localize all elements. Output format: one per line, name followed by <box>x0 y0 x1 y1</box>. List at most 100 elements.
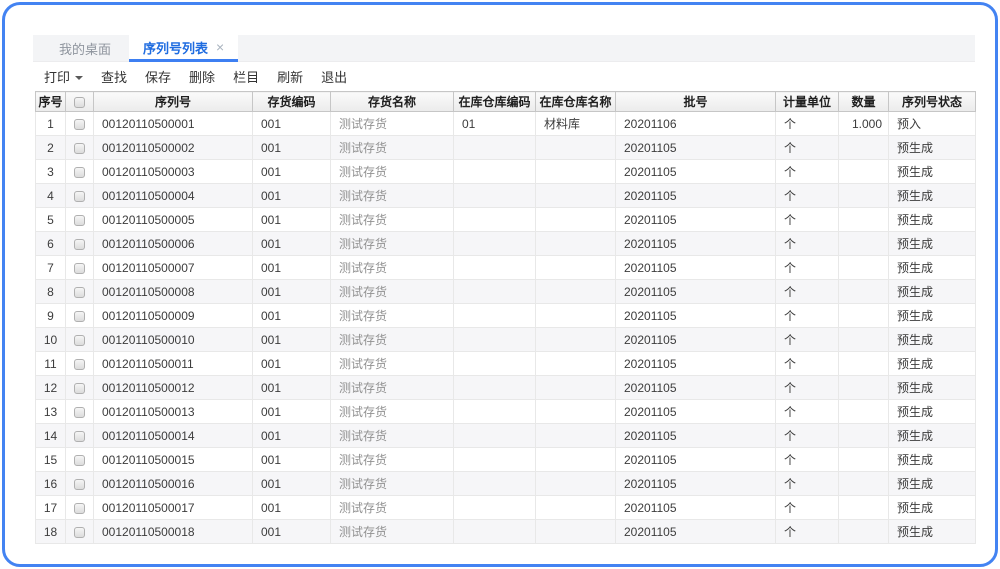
select-all-header[interactable] <box>65 91 94 112</box>
row-checkbox[interactable] <box>74 286 85 298</box>
row-checkbox[interactable] <box>74 478 85 490</box>
table-body: 1 00120110500001 001 测试存货 01 材料库 20201106 个 1.00… <box>35 111 976 544</box>
column-header-wh_code[interactable]: 在库仓库编码 <box>453 91 536 112</box>
table-row[interactable]: 11 00120110500011 001 测试存货 20201105 个 预生成 <box>35 351 976 376</box>
row-checkbox[interactable] <box>74 190 85 202</box>
cell-unit: 个 <box>775 447 839 472</box>
cell-batch: 20201105 <box>615 231 776 256</box>
table-row[interactable]: 2 00120110500002 001 测试存货 20201105 个 预生成 <box>35 135 976 160</box>
close-icon[interactable]: × <box>216 40 224 54</box>
cell-inv_code: 001 <box>252 327 331 352</box>
find-button[interactable]: 查找 <box>92 62 136 91</box>
cell-wh_code <box>453 303 536 328</box>
delete-button[interactable]: 删除 <box>180 62 224 91</box>
row-checkbox[interactable] <box>74 454 85 466</box>
row-checkbox[interactable] <box>74 262 85 274</box>
table-row[interactable]: 14 00120110500014 001 测试存货 20201105 个 预生成 <box>35 423 976 448</box>
cell-check <box>65 231 94 256</box>
cell-qty: 1.000 <box>838 111 889 136</box>
cell-batch: 20201105 <box>615 255 776 280</box>
cell-serial: 00120110500012 <box>93 375 253 400</box>
row-checkbox[interactable] <box>74 358 85 370</box>
row-checkbox[interactable] <box>74 214 85 226</box>
table-row[interactable]: 7 00120110500007 001 测试存货 20201105 个 预生成 <box>35 255 976 280</box>
cell-qty <box>838 303 889 328</box>
cell-unit: 个 <box>775 135 839 160</box>
cell-inv_code: 001 <box>252 351 331 376</box>
column-header-batch[interactable]: 批号 <box>615 91 776 112</box>
cell-batch: 20201105 <box>615 135 776 160</box>
row-checkbox[interactable] <box>74 382 85 394</box>
refresh-button[interactable]: 刷新 <box>268 62 312 91</box>
row-checkbox[interactable] <box>74 238 85 250</box>
tab-my-desktop[interactable]: 我的桌面 <box>41 35 129 62</box>
row-checkbox[interactable] <box>74 118 85 130</box>
column-header-qty[interactable]: 数量 <box>838 91 889 112</box>
row-checkbox[interactable] <box>74 166 85 178</box>
table-header-row: 序号 序列号 存货编码 存货名称 在库仓库编码 在库仓库名称 批号 计量单位 数量 序列号状态 <box>35 91 976 112</box>
button-label: 打印 <box>44 70 71 85</box>
cell-inv_name: 测试存货 <box>330 135 454 160</box>
column-header-inv_code[interactable]: 存货编码 <box>252 91 331 112</box>
table-row[interactable]: 1 00120110500001 001 测试存货 01 材料库 20201106 个 1.00… <box>35 111 976 136</box>
cell-inv_name: 测试存货 <box>330 447 454 472</box>
table-row[interactable]: 4 00120110500004 001 测试存货 20201105 个 预生成 <box>35 183 976 208</box>
cell-status: 预生成 <box>888 183 976 208</box>
table-row[interactable]: 6 00120110500006 001 测试存货 20201105 个 预生成 <box>35 231 976 256</box>
column-header-status[interactable]: 序列号状态 <box>888 91 976 112</box>
table-row[interactable]: 15 00120110500015 001 测试存货 20201105 个 预生成 <box>35 447 976 472</box>
column-header-unit[interactable]: 计量单位 <box>775 91 839 112</box>
cell-inv_code: 001 <box>252 207 331 232</box>
row-checkbox[interactable] <box>74 310 85 322</box>
table-row[interactable]: 10 00120110500010 001 测试存货 20201105 个 预生成 <box>35 327 976 352</box>
table-row[interactable]: 17 00120110500017 001 测试存货 20201105 个 预生成 <box>35 495 976 520</box>
row-checkbox[interactable] <box>74 526 85 538</box>
select-all-checkbox[interactable] <box>74 96 85 108</box>
table-row[interactable]: 5 00120110500005 001 测试存货 20201105 个 预生成 <box>35 207 976 232</box>
cell-inv_code: 001 <box>252 519 331 544</box>
cell-serial: 00120110500017 <box>93 495 253 520</box>
row-checkbox[interactable] <box>74 430 85 442</box>
cell-no: 10 <box>35 327 66 352</box>
print-button[interactable]: 打印 <box>35 62 92 91</box>
cell-check <box>65 303 94 328</box>
row-checkbox[interactable] <box>74 142 85 154</box>
save-button[interactable]: 保存 <box>136 62 180 91</box>
cell-wh_code <box>453 135 536 160</box>
table-row[interactable]: 16 00120110500016 001 测试存货 20201105 个 预生成 <box>35 471 976 496</box>
cell-no: 11 <box>35 351 66 376</box>
cell-unit: 个 <box>775 351 839 376</box>
column-header-serial[interactable]: 序列号 <box>93 91 253 112</box>
cell-inv_code: 001 <box>252 423 331 448</box>
cell-inv_name: 测试存货 <box>330 183 454 208</box>
row-checkbox[interactable] <box>74 406 85 418</box>
cell-inv_name: 测试存货 <box>330 207 454 232</box>
columns-button[interactable]: 栏目 <box>224 62 268 91</box>
exit-button[interactable]: 退出 <box>312 62 356 91</box>
row-checkbox[interactable] <box>74 502 85 514</box>
table-row[interactable]: 9 00120110500009 001 测试存货 20201105 个 预生成 <box>35 303 976 328</box>
column-header-no[interactable]: 序号 <box>35 91 66 112</box>
cell-serial: 00120110500006 <box>93 231 253 256</box>
column-header-inv_name[interactable]: 存货名称 <box>330 91 454 112</box>
cell-inv_code: 001 <box>252 303 331 328</box>
button-label: 刷新 <box>277 70 304 85</box>
cell-wh_name <box>535 279 616 304</box>
cell-qty <box>838 183 889 208</box>
cell-serial: 00120110500018 <box>93 519 253 544</box>
cell-batch: 20201105 <box>615 279 776 304</box>
tab-serial-list[interactable]: 序列号列表 × <box>129 35 239 62</box>
table-row[interactable]: 3 00120110500003 001 测试存货 20201105 个 预生成 <box>35 159 976 184</box>
cell-batch: 20201105 <box>615 159 776 184</box>
cell-inv_name: 测试存货 <box>330 495 454 520</box>
cell-no: 6 <box>35 231 66 256</box>
table-row[interactable]: 13 00120110500013 001 测试存货 20201105 个 预生成 <box>35 399 976 424</box>
table-row[interactable]: 12 00120110500012 001 测试存货 20201105 个 预生成 <box>35 375 976 400</box>
cell-no: 9 <box>35 303 66 328</box>
column-header-wh_name[interactable]: 在库仓库名称 <box>535 91 616 112</box>
row-checkbox[interactable] <box>74 334 85 346</box>
cell-batch: 20201105 <box>615 399 776 424</box>
cell-unit: 个 <box>775 183 839 208</box>
table-row[interactable]: 18 00120110500018 001 测试存货 20201105 个 预生成 <box>35 519 976 544</box>
table-row[interactable]: 8 00120110500008 001 测试存货 20201105 个 预生成 <box>35 279 976 304</box>
